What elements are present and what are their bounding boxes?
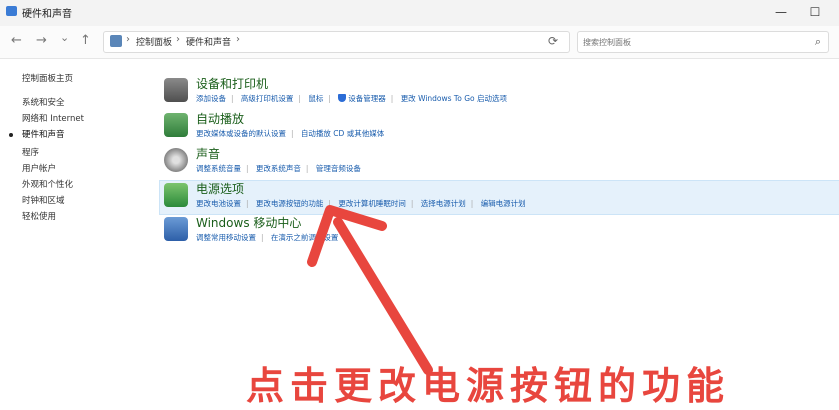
sidebar-item-hardware-sound[interactable]: 硬件和声音	[22, 128, 65, 140]
maximize-button[interactable]: ☐	[800, 2, 830, 22]
laptop-icon	[164, 217, 188, 241]
link-separator: |	[390, 94, 394, 103]
category-devices-printers: 设备和打印机 添加设备 | 高级打印机设置 | 鼠标 | 设备管理器 | 更改 Wind…	[160, 76, 839, 109]
link-edit-power-plan[interactable]: 编辑电源计划	[481, 199, 526, 208]
link-system-sounds[interactable]: 更改系统声音	[256, 164, 301, 173]
current-page-bullet	[9, 133, 13, 137]
autoplay-icon	[164, 113, 188, 137]
search-input[interactable]	[581, 34, 805, 51]
up-button[interactable]: ↑	[80, 33, 91, 48]
recent-locations-button[interactable]: ⌄	[60, 31, 69, 44]
control-panel-icon	[110, 35, 122, 47]
link-sleep-time[interactable]: 更改计算机睡眠时间	[338, 199, 406, 208]
category-links: 更改媒体或设备的默认设置 | 自动播放 CD 或其他媒体	[196, 128, 389, 139]
speaker-icon	[164, 148, 188, 172]
link-separator: |	[246, 199, 249, 208]
link-battery-settings[interactable]: 更改电池设置	[196, 199, 241, 208]
link-device-manager[interactable]: 设备管理器	[348, 94, 386, 103]
category-links: 调整系统音量 | 更改系统声音 | 管理音频设备	[196, 163, 366, 174]
sidebar-item-user-accounts[interactable]: 用户帐户	[22, 162, 56, 174]
search-icon[interactable]: ⌕	[815, 35, 821, 49]
breadcrumb-control-panel[interactable]: 控制面板	[136, 35, 172, 48]
printer-icon	[164, 78, 188, 102]
sidebar-item-ease-of-access[interactable]: 轻松使用	[22, 210, 56, 222]
sidebar-item-programs[interactable]: 程序	[22, 146, 39, 158]
link-separator: |	[470, 199, 474, 208]
link-add-device[interactable]: 添加设备	[196, 94, 226, 103]
control-panel-icon	[6, 6, 17, 16]
breadcrumb-separator: ›	[236, 34, 240, 45]
category-links: 调整常用移动设置 | 在演示之前调整设置	[196, 232, 343, 243]
title-bar: 硬件和声音 — ☐	[0, 0, 839, 26]
link-separator: |	[328, 94, 331, 103]
link-advanced-printer[interactable]: 高级打印机设置	[241, 94, 294, 103]
category-links: 添加设备 | 高级打印机设置 | 鼠标 | 设备管理器 | 更改 Windows To …	[196, 93, 512, 104]
link-audio-devices[interactable]: 管理音频设备	[316, 164, 361, 173]
category-title[interactable]: 电源选项	[196, 180, 244, 197]
category-sound: 声音 调整系统音量 | 更改系统声音 | 管理音频设备	[160, 146, 839, 179]
link-mobility-settings[interactable]: 调整常用移动设置	[196, 233, 256, 242]
link-separator: |	[305, 164, 309, 173]
window-title: 硬件和声音	[22, 9, 72, 20]
link-power-button-function[interactable]: 更改电源按钮的功能	[256, 199, 324, 208]
category-autoplay: 自动播放 更改媒体或设备的默认设置 | 自动播放 CD 或其他媒体	[160, 111, 839, 144]
link-media-defaults[interactable]: 更改媒体或设备的默认设置	[196, 129, 286, 138]
breadcrumb-hardware-sound[interactable]: 硬件和声音	[186, 35, 231, 48]
link-separator: |	[298, 94, 301, 103]
refresh-icon[interactable]: ⟳	[548, 34, 558, 48]
sidebar-item-appearance[interactable]: 外观和个性化	[22, 178, 73, 190]
back-button[interactable]: ←	[11, 33, 22, 48]
sidebar-item-home[interactable]: 控制面板主页	[22, 72, 73, 84]
address-bar[interactable]: › 控制面板 › 硬件和声音 › ⌄	[103, 31, 634, 53]
minimize-button[interactable]: —	[766, 2, 796, 22]
link-presentation-settings[interactable]: 在演示之前调整设置	[271, 233, 339, 242]
battery-plug-icon	[164, 183, 188, 207]
breadcrumb-separator: ›	[126, 34, 130, 45]
link-choose-power-plan[interactable]: 选择电源计划	[421, 199, 466, 208]
link-separator: |	[410, 199, 414, 208]
link-windows-to-go[interactable]: 更改 Windows To Go 启动选项	[401, 94, 507, 103]
link-separator: |	[291, 129, 294, 138]
category-title[interactable]: Windows 移动中心	[196, 214, 301, 231]
link-separator: |	[328, 199, 331, 208]
forward-button[interactable]: →	[36, 33, 47, 48]
category-links: 更改电池设置 | 更改电源按钮的功能 | 更改计算机睡眠时间 | 选择电源计划 | 编辑…	[196, 198, 531, 209]
breadcrumb-separator: ›	[176, 34, 180, 45]
shield-icon	[338, 94, 347, 102]
category-power-options[interactable]: 电源选项 更改电池设置 | 更改电源按钮的功能 | 更改计算机睡眠时间 | 选择电源计…	[159, 180, 839, 215]
navigation-bar: ← → ⌄ ↑ › 控制面板 › 硬件和声音 › ⌄ ⟳ ⌕	[0, 26, 839, 59]
sidebar-item-clock-region[interactable]: 时钟和区域	[22, 194, 65, 206]
category-title[interactable]: 自动播放	[196, 110, 244, 127]
link-separator: |	[261, 233, 264, 242]
link-mouse[interactable]: 鼠标	[308, 94, 323, 103]
category-mobility-center: Windows 移动中心 调整常用移动设置 | 在演示之前调整设置	[160, 215, 839, 248]
link-autoplay-cd[interactable]: 自动播放 CD 或其他媒体	[301, 129, 384, 138]
link-system-volume[interactable]: 调整系统音量	[196, 164, 241, 173]
annotation-caption: 点击更改电源按钮的功能	[246, 364, 731, 408]
link-separator: |	[231, 94, 234, 103]
search-box[interactable]: ⌕	[577, 31, 829, 53]
category-title[interactable]: 声音	[196, 145, 220, 162]
link-separator: |	[246, 164, 249, 173]
category-title[interactable]: 设备和打印机	[196, 75, 268, 92]
sidebar: 控制面板主页 系统和安全 网络和 Internet 硬件和声音 程序 用户帐户 …	[0, 58, 160, 400]
sidebar-item-network[interactable]: 网络和 Internet	[22, 112, 84, 124]
sidebar-item-system-security[interactable]: 系统和安全	[22, 96, 65, 108]
